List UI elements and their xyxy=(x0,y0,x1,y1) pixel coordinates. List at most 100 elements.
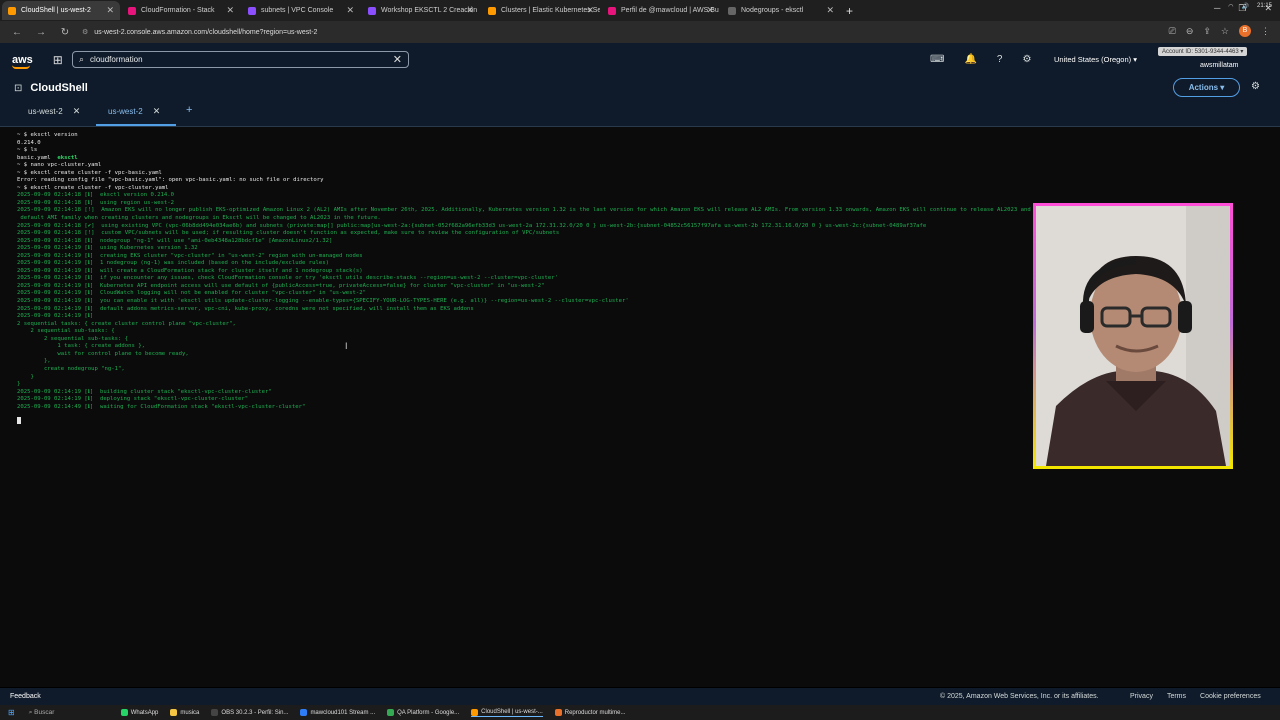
taskbar-app-label: WhatsApp xyxy=(130,709,159,716)
cast-icon[interactable]: ⎚ xyxy=(1169,26,1176,37)
close-tab-icon[interactable]: ✕ xyxy=(346,5,354,16)
taskbar-app[interactable]: OBS 30.2.3 - Perfil: Sin... xyxy=(211,709,288,716)
account-id-badge[interactable]: Account ID: 5301-9344-4463 ▾ xyxy=(1158,47,1248,56)
executable-filename: eksctl xyxy=(57,154,78,161)
app-icon xyxy=(170,709,178,716)
gear-icon[interactable]: ⚙ xyxy=(1022,54,1031,65)
active-tab-indicator xyxy=(96,124,176,126)
app-icon xyxy=(554,709,562,716)
close-tab-icon[interactable]: ✕ xyxy=(706,5,714,16)
taskbar-app[interactable]: mawcloud101 Stream ... xyxy=(300,709,375,716)
feedback-link[interactable]: Feedback xyxy=(10,693,41,700)
taskbar-app[interactable]: CloudShell | us-west-... xyxy=(471,708,543,717)
clear-search-icon[interactable]: ✕ xyxy=(393,53,402,66)
browser-tab-title: Clusters | Elastic Kubernetes Se xyxy=(501,7,600,14)
close-tab-icon[interactable]: ✕ xyxy=(73,106,81,117)
bookmark-star-icon[interactable]: ☆ xyxy=(1221,26,1229,37)
help-icon[interactable]: ? xyxy=(997,54,1003,65)
browser-tab[interactable]: Workshop EKSCTL 2 Creación ✕ xyxy=(362,1,480,20)
app-icon xyxy=(120,709,128,716)
terminal-line: ~ $ eksctl version xyxy=(17,132,78,138)
profile-avatar[interactable]: B xyxy=(1239,25,1251,37)
user-menu[interactable]: awsmillatam xyxy=(1200,62,1239,69)
menu-kebab-icon[interactable]: ⋮ xyxy=(1261,26,1270,37)
preferences-gear-icon[interactable]: ⚙ xyxy=(1251,81,1260,92)
address-bar: ← → ↻ ⚙ us-west-2.console.aws.amazon.com/… xyxy=(0,21,1280,43)
bell-icon[interactable]: 🔔 xyxy=(964,54,976,65)
terminal-line: ~ $ nano vpc-cluster.yaml xyxy=(17,162,102,169)
tab-favicon-icon xyxy=(488,6,496,15)
taskbar-app[interactable]: QA Platform - Google... xyxy=(387,709,459,716)
os-taskbar: ⊞ ⌕ Buscar WhatsApp musica OBS 30.2.3 - Pe… xyxy=(0,705,1280,720)
privacy-link[interactable]: Privacy xyxy=(1130,693,1153,700)
page-title: CloudShell xyxy=(30,82,88,94)
text-cursor-icon: I xyxy=(345,341,348,351)
zoom-icon[interactable]: ⊖ xyxy=(1186,26,1194,37)
browser-tab[interactable]: CloudShell | us-west-2 ✕ xyxy=(2,1,120,20)
session-tab-2[interactable]: us-west-2 ✕ xyxy=(108,106,160,117)
terminal-line: basic.yaml eksctl xyxy=(17,154,78,161)
reload-icon[interactable]: ↻ xyxy=(58,27,72,38)
copyright-text: © 2025, Amazon Web Services, Inc. or its… xyxy=(940,693,1099,700)
site-info-icon[interactable]: ⚙ xyxy=(82,29,88,36)
browser-tab[interactable]: Nodegroups - eksctl ✕ xyxy=(722,1,840,20)
terminal-line: Error: reading config file "vpc-basic.ya… xyxy=(17,177,324,184)
tab-favicon-icon xyxy=(8,6,16,15)
volume-icon[interactable]: 🔊 xyxy=(1242,3,1249,10)
taskbar-app[interactable]: musica xyxy=(170,709,199,716)
search-value: cloudformation xyxy=(90,55,143,64)
url-text: us-west-2.console.aws.amazon.com/cloudsh… xyxy=(94,29,318,36)
browser-tab[interactable]: Clusters | Elastic Kubernetes Se ✕ xyxy=(482,1,600,20)
close-tab-icon[interactable]: ✕ xyxy=(226,5,234,16)
taskbar-app[interactable]: WhatsApp xyxy=(120,709,159,716)
taskbar-search[interactable]: ⌕ Buscar xyxy=(29,709,109,717)
browser-tab-title: CloudShell | us-west-2 xyxy=(21,7,91,14)
new-tab-icon[interactable]: + xyxy=(846,4,853,18)
browser-tab-title: CloudFormation - Stack xyxy=(141,7,215,14)
actions-button[interactable]: Actions ▾ xyxy=(1173,78,1240,97)
tab-favicon-icon xyxy=(248,6,256,15)
share-icon[interactable]: ⇪ xyxy=(1203,26,1211,37)
close-tab-icon[interactable]: ✕ xyxy=(106,5,114,16)
close-tab-icon[interactable]: ✕ xyxy=(153,106,161,117)
wifi-icon[interactable]: ◠ xyxy=(1228,3,1233,10)
console-search-input[interactable]: ⌕ cloudformation ✕ xyxy=(72,51,409,68)
presenter-image xyxy=(1036,206,1230,466)
windows-start-icon[interactable]: ⊞ xyxy=(8,708,15,717)
tab-favicon-icon xyxy=(368,6,376,15)
system-tray: ◠ 🔊 21:15 xyxy=(1228,3,1272,10)
terminal-cursor xyxy=(17,417,21,425)
back-icon[interactable]: ← xyxy=(10,27,24,38)
cookie-preferences-link[interactable]: Cookie preferences xyxy=(1200,693,1261,700)
browser-tab[interactable]: subnets | VPC Console ✕ xyxy=(242,1,360,20)
terminal-line: ~ $ ls xyxy=(17,147,38,154)
clock[interactable]: 21:15 xyxy=(1257,3,1272,10)
minimize-icon[interactable]: ─ xyxy=(1214,3,1220,14)
browser-tab[interactable]: CloudFormation - Stack ✕ xyxy=(122,1,240,20)
services-grid-icon[interactable]: ⊞ xyxy=(53,53,63,67)
aws-logo[interactable]: aws xyxy=(12,54,33,69)
app-icon xyxy=(387,709,395,716)
close-tab-icon[interactable]: ✕ xyxy=(586,5,594,16)
taskbar-app-label: Reproductor multime... xyxy=(564,709,626,716)
close-tab-icon[interactable]: ✕ xyxy=(826,5,834,16)
aws-top-nav: aws ⊞ ⌕ cloudformation ✕ ⌨ 🔔 ? ⚙ United … xyxy=(0,43,1280,76)
terms-link[interactable]: Terms xyxy=(1167,693,1186,700)
search-icon: ⌕ xyxy=(79,54,85,64)
cloudshell-icon[interactable]: ⌨ xyxy=(930,54,944,65)
region-selector[interactable]: United States (Oregon) ▾ xyxy=(1054,55,1137,64)
browser-tab[interactable]: Perfil de @mawcloud | AWS Bu ✕ xyxy=(602,1,720,20)
session-tab-1[interactable]: us-west-2 ✕ xyxy=(28,106,80,117)
cloudshell-header: ⊡ CloudShell Actions ▾ ⚙ xyxy=(0,76,1280,100)
new-session-plus-icon[interactable]: + xyxy=(186,104,192,116)
app-icon xyxy=(300,709,308,716)
taskbar-app[interactable]: Reproductor multime... xyxy=(554,709,626,716)
terminal-line: ~ $ eksctl create cluster -f vpc-cluster… xyxy=(17,184,169,191)
taskbar-app-label: CloudShell | us-west-... xyxy=(481,709,543,715)
url-field[interactable]: ⚙ us-west-2.console.aws.amazon.com/clouds… xyxy=(82,28,317,36)
taskbar-search-label: Buscar xyxy=(34,708,55,716)
session-tabs: us-west-2 ✕ us-west-2 ✕ + xyxy=(0,100,1280,127)
forward-icon[interactable]: → xyxy=(34,27,48,38)
console-footer: Feedback © 2025, Amazon Web Services, In… xyxy=(0,688,1280,705)
close-tab-icon[interactable]: ✕ xyxy=(466,5,474,16)
